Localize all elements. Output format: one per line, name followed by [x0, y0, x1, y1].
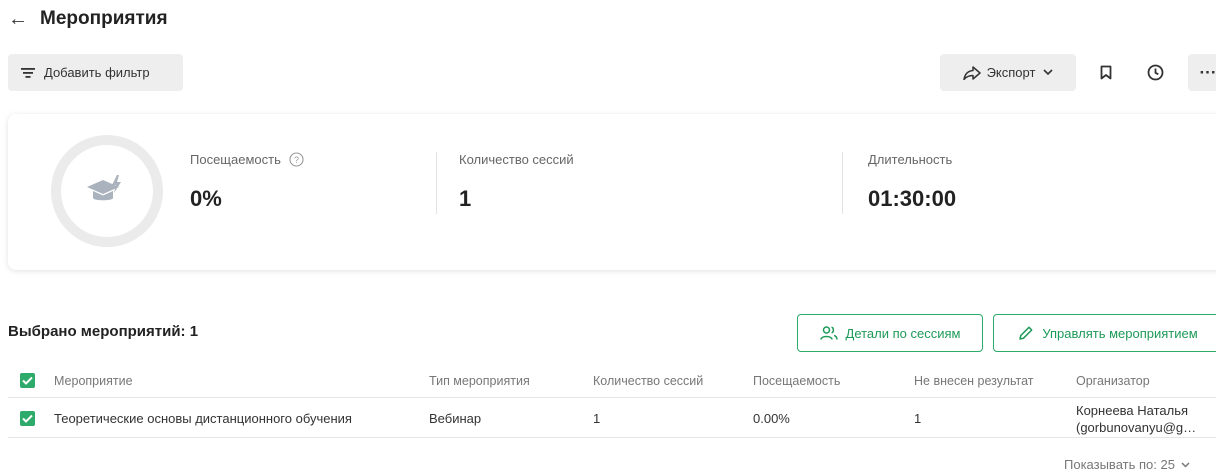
attendance-label: Посещаемость [190, 152, 281, 167]
stats-card: Посещаемость ? 0% Количество сессий 1 Дл… [8, 114, 1216, 270]
duration-stat: Длительность 01:30:00 [868, 152, 956, 212]
select-all-checkbox[interactable] [20, 364, 35, 397]
table-header: Мероприятие Тип мероприятия Количество с… [8, 364, 1216, 398]
row-checkbox[interactable] [20, 399, 35, 437]
page-title: Мероприятия [40, 8, 168, 29]
share-arrow-icon [962, 65, 981, 80]
export-label: Экспорт [986, 65, 1036, 80]
session-details-label: Детали по сессиям [845, 325, 961, 341]
add-filter-button[interactable]: Добавить фильтр [8, 54, 183, 91]
checkbox-checked-icon[interactable] [20, 410, 35, 426]
organizer-email: (gorbunovanyu@g… [1076, 420, 1197, 435]
event-name[interactable]: Теоретические основы дистанционного обуч… [54, 399, 352, 437]
chevron-down-icon [1181, 461, 1190, 468]
users-icon [819, 326, 838, 340]
attendance-value: 0% [190, 186, 222, 211]
svg-text:?: ? [294, 155, 299, 165]
sessions-count: 1 [593, 410, 601, 426]
column-header-organizer[interactable]: Организатор [1076, 364, 1150, 397]
session-details-button[interactable]: Детали по сессиям [797, 314, 983, 352]
column-header-attendance[interactable]: Посещаемость [753, 364, 840, 397]
clock-icon [1147, 64, 1163, 81]
sessions-stat: Количество сессий 1 [459, 152, 574, 212]
table-row[interactable]: Теоретические основы дистанционного обуч… [8, 399, 1216, 438]
chevron-down-icon [1043, 69, 1053, 76]
add-filter-label: Добавить фильтр [44, 65, 150, 80]
checkbox-checked-icon[interactable] [20, 373, 35, 388]
organizer: Корнеева Наталья (gorbunovanyu@g… [1076, 399, 1196, 437]
manage-event-label: Управлять мероприятием [1042, 325, 1198, 341]
graduation-cap-icon [87, 175, 121, 201]
organizer-name: Корнеева Наталья [1076, 403, 1189, 418]
column-header-type[interactable]: Тип мероприятия [429, 364, 530, 397]
page-size-label: Показывать по: 25 [1064, 457, 1175, 472]
stats-divider [842, 152, 843, 214]
no-result-count: 1 [914, 410, 922, 426]
bookmark-button[interactable] [1088, 54, 1124, 91]
column-header-event[interactable]: Мероприятие [54, 364, 133, 397]
attendance-percent: 0.00% [753, 410, 790, 426]
history-button[interactable] [1136, 54, 1174, 91]
more-options-button[interactable]: ··· [1188, 54, 1216, 91]
event-type: Вебинар [429, 410, 482, 426]
sessions-label: Количество сессий [459, 152, 574, 167]
manage-event-button[interactable]: Управлять мероприятием [993, 314, 1216, 352]
attendance-stat: Посещаемость ? 0% [190, 152, 304, 212]
page-size-select[interactable]: Показывать по: 25 [1064, 457, 1190, 472]
more-icon: ··· [1199, 62, 1216, 82]
column-header-no-result[interactable]: Не внесен результат [914, 364, 1034, 397]
column-header-sessions[interactable]: Количество сессий [593, 364, 703, 397]
arrow-left-icon[interactable]: ← [8, 9, 34, 29]
bookmark-icon [1100, 65, 1112, 80]
help-icon[interactable]: ? [289, 152, 304, 167]
duration-value: 01:30:00 [868, 186, 957, 211]
page-header: ← Мероприятия [8, 6, 168, 32]
pencil-icon [1019, 326, 1033, 340]
filter-icon [21, 67, 35, 78]
sessions-value: 1 [459, 186, 472, 211]
stats-divider [436, 152, 437, 214]
attendance-ring [51, 135, 163, 247]
duration-label: Длительность [868, 152, 953, 167]
export-button[interactable]: Экспорт [940, 54, 1076, 91]
selected-count-label: Выбрано мероприятий: 1 [8, 323, 199, 340]
